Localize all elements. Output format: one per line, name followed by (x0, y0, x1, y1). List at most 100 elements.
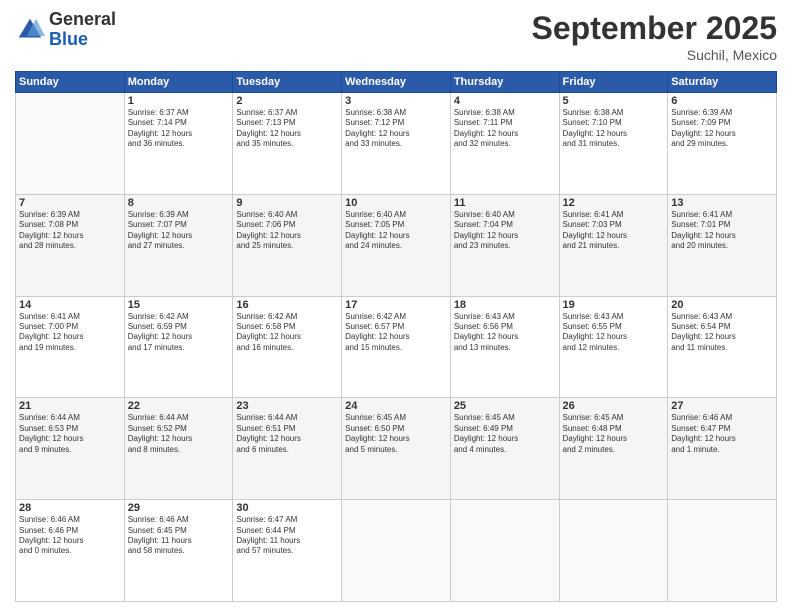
calendar-cell (342, 500, 451, 602)
cell-date-number: 11 (454, 197, 556, 209)
calendar-cell: 16Sunrise: 6:42 AM Sunset: 6:58 PM Dayli… (233, 296, 342, 398)
calendar-cell: 1Sunrise: 6:37 AM Sunset: 7:14 PM Daylig… (124, 93, 233, 195)
cell-date-number: 7 (19, 197, 121, 209)
calendar-cell: 21Sunrise: 6:44 AM Sunset: 6:53 PM Dayli… (16, 398, 125, 500)
calendar-week-3: 14Sunrise: 6:41 AM Sunset: 7:00 PM Dayli… (16, 296, 777, 398)
calendar-cell: 22Sunrise: 6:44 AM Sunset: 6:52 PM Dayli… (124, 398, 233, 500)
calendar-cell: 25Sunrise: 6:45 AM Sunset: 6:49 PM Dayli… (450, 398, 559, 500)
cell-date-number: 8 (128, 197, 230, 209)
cell-date-number: 10 (345, 197, 447, 209)
weekday-header-saturday: Saturday (668, 72, 777, 93)
calendar-week-1: 1Sunrise: 6:37 AM Sunset: 7:14 PM Daylig… (16, 93, 777, 195)
title-block: September 2025 Suchil, Mexico (532, 10, 777, 63)
cell-date-number: 30 (236, 502, 338, 514)
cell-date-number: 26 (563, 400, 665, 412)
calendar-cell: 13Sunrise: 6:41 AM Sunset: 7:01 PM Dayli… (668, 194, 777, 296)
cell-info-text: Sunrise: 6:46 AM Sunset: 6:45 PM Dayligh… (128, 515, 230, 557)
cell-info-text: Sunrise: 6:42 AM Sunset: 6:58 PM Dayligh… (236, 312, 338, 354)
logo-blue: Blue (49, 29, 88, 49)
cell-date-number: 18 (454, 299, 556, 311)
cell-date-number: 13 (671, 197, 773, 209)
calendar-body: 1Sunrise: 6:37 AM Sunset: 7:14 PM Daylig… (16, 93, 777, 602)
cell-date-number: 23 (236, 400, 338, 412)
cell-info-text: Sunrise: 6:40 AM Sunset: 7:04 PM Dayligh… (454, 210, 556, 252)
calendar-cell: 3Sunrise: 6:38 AM Sunset: 7:12 PM Daylig… (342, 93, 451, 195)
cell-info-text: Sunrise: 6:44 AM Sunset: 6:51 PM Dayligh… (236, 413, 338, 455)
cell-info-text: Sunrise: 6:38 AM Sunset: 7:10 PM Dayligh… (563, 108, 665, 150)
cell-date-number: 16 (236, 299, 338, 311)
calendar-cell (450, 500, 559, 602)
calendar-cell: 28Sunrise: 6:46 AM Sunset: 6:46 PM Dayli… (16, 500, 125, 602)
location-subtitle: Suchil, Mexico (532, 47, 777, 63)
logo: General Blue (15, 10, 116, 50)
weekday-header-wednesday: Wednesday (342, 72, 451, 93)
cell-info-text: Sunrise: 6:46 AM Sunset: 6:47 PM Dayligh… (671, 413, 773, 455)
weekday-header-tuesday: Tuesday (233, 72, 342, 93)
cell-date-number: 28 (19, 502, 121, 514)
weekday-header-sunday: Sunday (16, 72, 125, 93)
cell-date-number: 19 (563, 299, 665, 311)
logo-text: General Blue (49, 10, 116, 50)
cell-date-number: 24 (345, 400, 447, 412)
cell-info-text: Sunrise: 6:41 AM Sunset: 7:01 PM Dayligh… (671, 210, 773, 252)
calendar-cell (559, 500, 668, 602)
cell-date-number: 12 (563, 197, 665, 209)
calendar-cell: 11Sunrise: 6:40 AM Sunset: 7:04 PM Dayli… (450, 194, 559, 296)
cell-info-text: Sunrise: 6:47 AM Sunset: 6:44 PM Dayligh… (236, 515, 338, 557)
header: General Blue September 2025 Suchil, Mexi… (15, 10, 777, 63)
calendar-cell: 7Sunrise: 6:39 AM Sunset: 7:08 PM Daylig… (16, 194, 125, 296)
calendar-cell: 19Sunrise: 6:43 AM Sunset: 6:55 PM Dayli… (559, 296, 668, 398)
calendar-cell: 2Sunrise: 6:37 AM Sunset: 7:13 PM Daylig… (233, 93, 342, 195)
cell-info-text: Sunrise: 6:38 AM Sunset: 7:12 PM Dayligh… (345, 108, 447, 150)
calendar-cell: 20Sunrise: 6:43 AM Sunset: 6:54 PM Dayli… (668, 296, 777, 398)
cell-info-text: Sunrise: 6:38 AM Sunset: 7:11 PM Dayligh… (454, 108, 556, 150)
calendar-cell: 14Sunrise: 6:41 AM Sunset: 7:00 PM Dayli… (16, 296, 125, 398)
cell-info-text: Sunrise: 6:44 AM Sunset: 6:52 PM Dayligh… (128, 413, 230, 455)
cell-date-number: 27 (671, 400, 773, 412)
calendar-cell: 8Sunrise: 6:39 AM Sunset: 7:07 PM Daylig… (124, 194, 233, 296)
cell-info-text: Sunrise: 6:44 AM Sunset: 6:53 PM Dayligh… (19, 413, 121, 455)
cell-date-number: 29 (128, 502, 230, 514)
cell-info-text: Sunrise: 6:37 AM Sunset: 7:13 PM Dayligh… (236, 108, 338, 150)
cell-info-text: Sunrise: 6:45 AM Sunset: 6:50 PM Dayligh… (345, 413, 447, 455)
cell-info-text: Sunrise: 6:42 AM Sunset: 6:59 PM Dayligh… (128, 312, 230, 354)
cell-info-text: Sunrise: 6:41 AM Sunset: 7:00 PM Dayligh… (19, 312, 121, 354)
month-title: September 2025 (532, 10, 777, 47)
calendar-cell: 18Sunrise: 6:43 AM Sunset: 6:56 PM Dayli… (450, 296, 559, 398)
page: General Blue September 2025 Suchil, Mexi… (0, 0, 792, 612)
calendar-cell: 27Sunrise: 6:46 AM Sunset: 6:47 PM Dayli… (668, 398, 777, 500)
cell-info-text: Sunrise: 6:45 AM Sunset: 6:49 PM Dayligh… (454, 413, 556, 455)
cell-date-number: 15 (128, 299, 230, 311)
logo-general: General (49, 9, 116, 29)
cell-info-text: Sunrise: 6:43 AM Sunset: 6:55 PM Dayligh… (563, 312, 665, 354)
calendar-cell: 15Sunrise: 6:42 AM Sunset: 6:59 PM Dayli… (124, 296, 233, 398)
cell-date-number: 5 (563, 95, 665, 107)
calendar-cell: 9Sunrise: 6:40 AM Sunset: 7:06 PM Daylig… (233, 194, 342, 296)
cell-info-text: Sunrise: 6:41 AM Sunset: 7:03 PM Dayligh… (563, 210, 665, 252)
calendar-cell: 30Sunrise: 6:47 AM Sunset: 6:44 PM Dayli… (233, 500, 342, 602)
cell-date-number: 22 (128, 400, 230, 412)
weekday-header-friday: Friday (559, 72, 668, 93)
cell-date-number: 9 (236, 197, 338, 209)
cell-info-text: Sunrise: 6:46 AM Sunset: 6:46 PM Dayligh… (19, 515, 121, 557)
cell-date-number: 4 (454, 95, 556, 107)
cell-info-text: Sunrise: 6:40 AM Sunset: 7:05 PM Dayligh… (345, 210, 447, 252)
calendar-cell: 5Sunrise: 6:38 AM Sunset: 7:10 PM Daylig… (559, 93, 668, 195)
cell-date-number: 17 (345, 299, 447, 311)
weekday-header-monday: Monday (124, 72, 233, 93)
calendar-week-5: 28Sunrise: 6:46 AM Sunset: 6:46 PM Dayli… (16, 500, 777, 602)
cell-info-text: Sunrise: 6:37 AM Sunset: 7:14 PM Dayligh… (128, 108, 230, 150)
cell-info-text: Sunrise: 6:45 AM Sunset: 6:48 PM Dayligh… (563, 413, 665, 455)
calendar-cell: 26Sunrise: 6:45 AM Sunset: 6:48 PM Dayli… (559, 398, 668, 500)
calendar-cell: 10Sunrise: 6:40 AM Sunset: 7:05 PM Dayli… (342, 194, 451, 296)
calendar-cell: 4Sunrise: 6:38 AM Sunset: 7:11 PM Daylig… (450, 93, 559, 195)
cell-info-text: Sunrise: 6:40 AM Sunset: 7:06 PM Dayligh… (236, 210, 338, 252)
calendar-cell: 12Sunrise: 6:41 AM Sunset: 7:03 PM Dayli… (559, 194, 668, 296)
calendar-cell: 23Sunrise: 6:44 AM Sunset: 6:51 PM Dayli… (233, 398, 342, 500)
cell-date-number: 25 (454, 400, 556, 412)
calendar-header-row: SundayMondayTuesdayWednesdayThursdayFrid… (16, 72, 777, 93)
cell-info-text: Sunrise: 6:42 AM Sunset: 6:57 PM Dayligh… (345, 312, 447, 354)
cell-info-text: Sunrise: 6:43 AM Sunset: 6:56 PM Dayligh… (454, 312, 556, 354)
calendar-cell: 6Sunrise: 6:39 AM Sunset: 7:09 PM Daylig… (668, 93, 777, 195)
logo-icon (15, 15, 45, 45)
